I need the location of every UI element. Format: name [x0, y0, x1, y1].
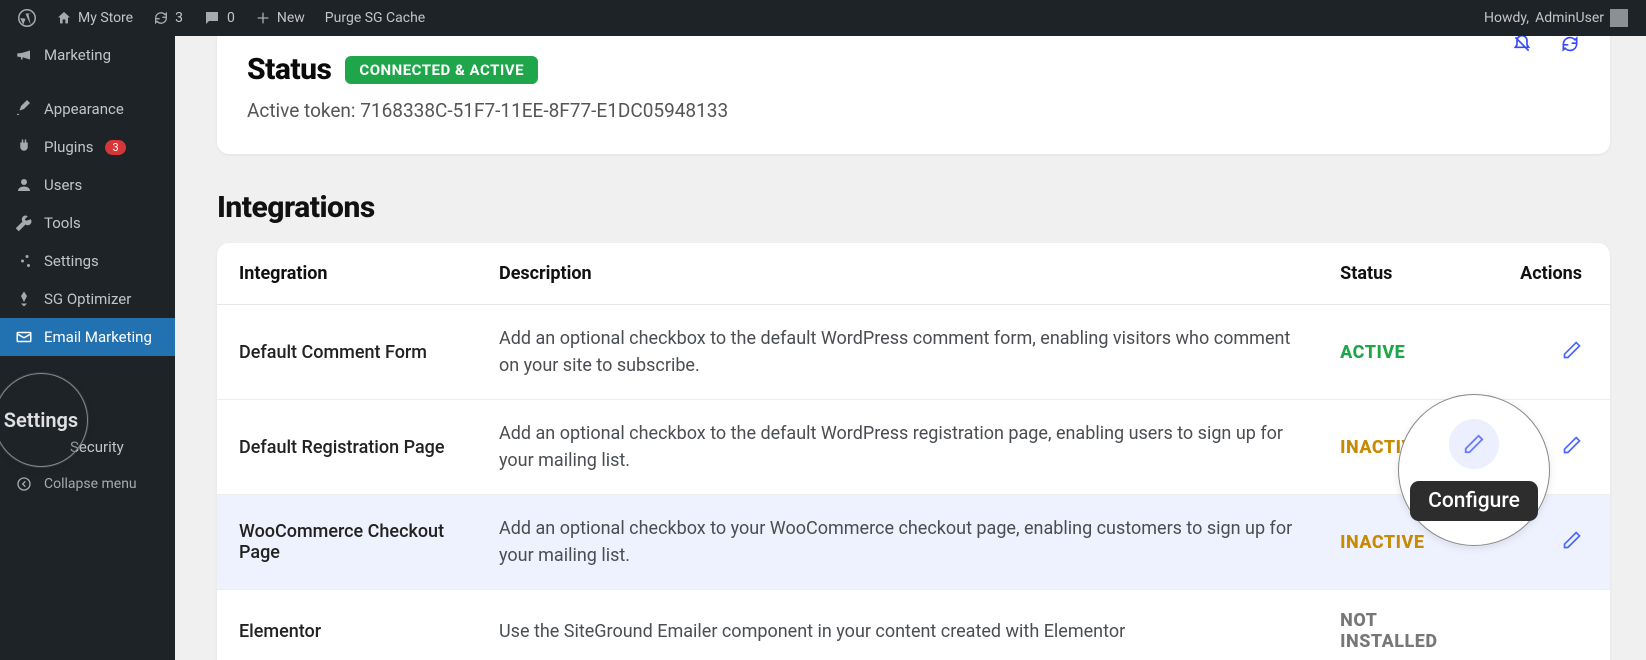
rocket-icon: [14, 290, 34, 308]
integrations-title: Integrations: [217, 190, 1610, 225]
sync-icon[interactable]: [1560, 36, 1580, 54]
mail-icon: [14, 328, 34, 346]
menu-tools[interactable]: Tools: [0, 204, 175, 242]
integration-status: NOT INSTALLED: [1318, 590, 1498, 660]
integration-description: Use the SiteGround Emailer component in …: [477, 590, 1318, 660]
purge-cache-link[interactable]: Purge SG Cache: [315, 0, 435, 36]
comment-icon: [203, 9, 221, 27]
comments-link[interactable]: 0: [193, 0, 245, 36]
menu-settings[interactable]: Settings: [0, 242, 175, 280]
plus-icon: [255, 10, 271, 26]
user-icon: [14, 176, 34, 194]
comments-count: 0: [227, 10, 235, 26]
integration-status: ACTIVE: [1318, 305, 1498, 400]
plugins-badge: 3: [105, 140, 125, 155]
menu-security[interactable]: Security: [0, 428, 175, 466]
integration-description: Add an optional checkbox to the default …: [477, 400, 1318, 495]
table-row: WooCommerce Checkout PageAdd an optional…: [217, 495, 1610, 590]
brush-icon: [14, 100, 34, 118]
integration-description: Add an optional checkbox to the default …: [477, 305, 1318, 400]
new-label: New: [277, 10, 305, 26]
token-value: 7168338C-51F7-11EE-8F77-E1DC05948133: [360, 99, 728, 122]
table-row: Default Comment FormAdd an optional chec…: [217, 305, 1610, 400]
refresh-icon: [153, 10, 169, 26]
admin-bar: My Store 3 0 New Purge SG Cache Howdy,: [0, 0, 1646, 36]
bell-off-icon[interactable]: [1512, 36, 1532, 54]
integration-name: WooCommerce Checkout Page: [217, 495, 477, 590]
integration-status: INACTIVE: [1318, 495, 1498, 590]
purge-label: Purge SG Cache: [325, 10, 425, 26]
wordpress-icon: [18, 9, 36, 27]
howdy-link[interactable]: Howdy, AdminUser: [1474, 0, 1638, 36]
updates-count: 3: [175, 10, 183, 26]
main-content: Status CONNECTED & ACTIVE Active token: …: [175, 36, 1646, 660]
sliders-icon: [14, 252, 34, 270]
pencil-icon: [1562, 340, 1582, 360]
integration-status: INACTIVE: [1318, 400, 1498, 495]
integration-action: [1498, 590, 1610, 660]
menu-plugins[interactable]: Plugins 3: [0, 128, 175, 166]
table-row: Default Registration PageAdd an optional…: [217, 400, 1610, 495]
col-actions: Actions: [1498, 243, 1610, 305]
site-name: My Store: [78, 10, 133, 26]
site-name-link[interactable]: My Store: [46, 0, 143, 36]
new-link[interactable]: New: [245, 0, 315, 36]
integration-name: Default Comment Form: [217, 305, 477, 400]
integrations-table: Integration Description Status Actions D…: [217, 243, 1610, 660]
updates-link[interactable]: 3: [143, 0, 193, 36]
integration-action: [1498, 495, 1610, 590]
menu-sg-optimizer[interactable]: SG Optimizer: [0, 280, 175, 318]
avatar: [1610, 9, 1628, 27]
wrench-icon: [14, 214, 34, 232]
edit-button[interactable]: [1562, 530, 1582, 550]
edit-button[interactable]: [1562, 435, 1582, 455]
wp-logo[interactable]: [8, 0, 46, 36]
col-status: Status: [1318, 243, 1498, 305]
collapse-icon: [14, 476, 34, 492]
pencil-icon: [1562, 530, 1582, 550]
menu-email-marketing[interactable]: Email Marketing: [0, 318, 175, 356]
menu-appearance[interactable]: Appearance: [0, 90, 175, 128]
integration-action: [1498, 305, 1610, 400]
col-description: Description: [477, 243, 1318, 305]
plug-icon: [14, 138, 34, 156]
edit-button[interactable]: [1562, 340, 1582, 360]
pencil-icon: [1562, 435, 1582, 455]
col-integration: Integration: [217, 243, 477, 305]
integration-name: Default Registration Page: [217, 400, 477, 495]
home-icon: [56, 10, 72, 26]
menu-marketing[interactable]: Marketing: [0, 36, 175, 74]
howdy-label: Howdy,: [1484, 10, 1529, 26]
integration-description: Add an optional checkbox to your WooComm…: [477, 495, 1318, 590]
collapse-menu[interactable]: Collapse menu: [0, 466, 175, 502]
status-title: Status: [247, 52, 331, 87]
menu-users[interactable]: Users: [0, 166, 175, 204]
token-line: Active token: 7168338C-51F7-11EE-8F77-E1…: [247, 99, 1580, 122]
status-card: Status CONNECTED & ACTIVE Active token: …: [217, 36, 1610, 154]
status-badge: CONNECTED & ACTIVE: [345, 56, 538, 84]
megaphone-icon: [14, 46, 34, 64]
integration-action: [1498, 400, 1610, 495]
table-row: ElementorUse the SiteGround Emailer comp…: [217, 590, 1610, 660]
user-name: AdminUser: [1535, 10, 1604, 26]
admin-sidebar: Marketing Appearance Plugins 3 Users Too…: [0, 36, 175, 660]
integration-name: Elementor: [217, 590, 477, 660]
